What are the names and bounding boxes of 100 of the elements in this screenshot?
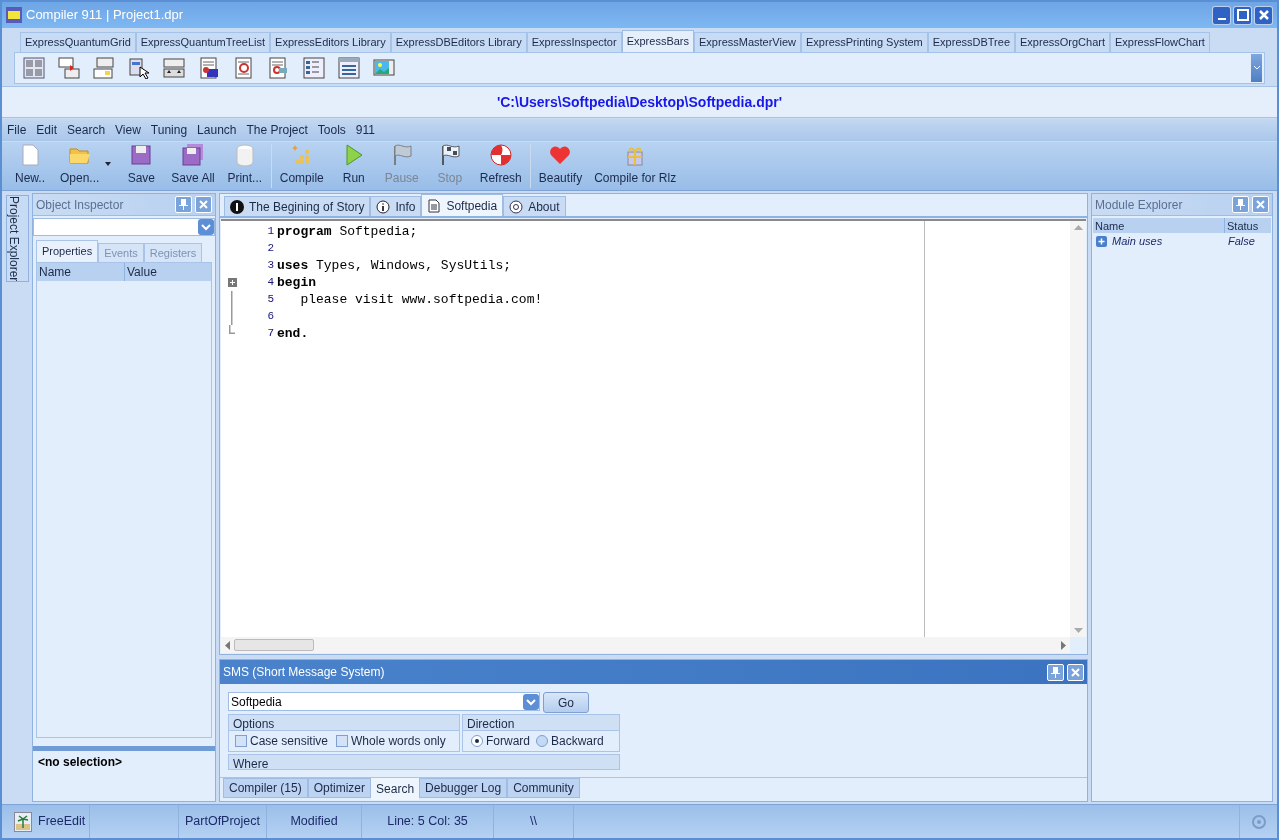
- toolbar-button[interactable]: Compile for Rlz: [590, 142, 681, 190]
- checkbox-box[interactable]: [235, 735, 247, 747]
- spin-buttons-icon[interactable]: [163, 57, 185, 79]
- maximize-icon[interactable]: [1236, 9, 1249, 21]
- close-button[interactable]: [195, 196, 212, 213]
- palette-tab[interactable]: ExpressPrinting System: [801, 32, 928, 52]
- menu-item[interactable]: View: [115, 121, 141, 139]
- checkbox[interactable]: Case sensitive: [235, 732, 329, 750]
- checkbox-box[interactable]: [336, 735, 349, 747]
- dropdown-caret-icon[interactable]: [105, 162, 112, 166]
- list-icon[interactable]: [303, 57, 325, 79]
- close-button[interactable]: [1252, 196, 1269, 213]
- menu-item[interactable]: 911: [355, 121, 375, 139]
- palette-tab[interactable]: ExpressQuantumGrid: [20, 32, 136, 52]
- close-icon[interactable]: [1257, 9, 1270, 21]
- scroll-up-icon[interactable]: [1073, 225, 1083, 230]
- toolbar-button[interactable]: Print...: [222, 142, 267, 190]
- menu-item[interactable]: Launch: [197, 121, 237, 139]
- minimize-button[interactable]: [1212, 5, 1231, 25]
- grid-icon[interactable]: [23, 57, 45, 79]
- pin-button[interactable]: [175, 196, 192, 213]
- menu-item[interactable]: The Project: [246, 121, 308, 139]
- close-icon[interactable]: [1256, 200, 1265, 209]
- toolbar-button[interactable]: Compile: [275, 142, 328, 190]
- vertical-scrollbar[interactable]: [1070, 221, 1086, 637]
- pin-icon[interactable]: [1236, 199, 1245, 210]
- panel-tab[interactable]: Compiler (15): [223, 778, 308, 798]
- document-list-icon[interactable]: [338, 57, 360, 79]
- column-header[interactable]: Name: [1093, 218, 1225, 233]
- column-header[interactable]: Name: [37, 263, 125, 281]
- toolbar-button[interactable]: Run: [331, 142, 376, 190]
- menu-item[interactable]: Tuning: [150, 121, 188, 139]
- palette-tab[interactable]: ExpressMasterView: [694, 32, 801, 52]
- dropdown-icon[interactable]: [198, 219, 214, 235]
- info-icon: [376, 199, 391, 214]
- checkbox[interactable]: Whole words only: [336, 732, 446, 750]
- toolbar-button[interactable]: Refresh: [475, 142, 526, 190]
- side-tab[interactable]: Project Explorer: [6, 195, 29, 283]
- close-icon[interactable]: [1071, 667, 1080, 677]
- go-button[interactable]: Go: [543, 692, 589, 713]
- close-button[interactable]: [1067, 663, 1084, 681]
- code-editor[interactable]: 1 program Softpedia; 2 3 uses Types, Windows, SysUtils; 4 begin 5 please visit www.softpedia.com! 6 7 end.: [221, 219, 1086, 637]
- palette-scroll-button[interactable]: [1251, 54, 1262, 82]
- tree-item[interactable]: Main uses: [1112, 233, 1163, 250]
- palette-tab[interactable]: ExpressDBEditors Library: [390, 32, 527, 52]
- menu-item[interactable]: File: [7, 121, 27, 139]
- menu-item[interactable]: Tools: [317, 121, 346, 139]
- toolbar-button[interactable]: Save All: [167, 142, 219, 190]
- search-field[interactable]: Softpedia: [228, 692, 540, 711]
- palette-tab[interactable]: ExpressDBTree: [927, 32, 1015, 52]
- save-form-icon[interactable]: [198, 57, 220, 79]
- column-header[interactable]: Value: [125, 263, 211, 281]
- pin-icon[interactable]: [1051, 666, 1060, 678]
- radio-button[interactable]: Backward: [536, 732, 604, 750]
- inspector-tab[interactable]: Properties: [36, 240, 99, 262]
- object-combo-box[interactable]: [33, 218, 215, 236]
- panel-tab[interactable]: Community: [507, 778, 580, 798]
- close-icon[interactable]: [199, 200, 208, 209]
- radio-button[interactable]: Forward: [471, 732, 530, 750]
- menu-item[interactable]: Edit: [36, 121, 58, 139]
- cursor-icon[interactable]: [128, 57, 150, 79]
- chevron-down-icon[interactable]: [1252, 65, 1261, 71]
- palette-tab[interactable]: ExpressOrgChart: [1015, 32, 1110, 52]
- close-button[interactable]: [1254, 5, 1273, 25]
- toolbar-button[interactable]: Open...: [56, 142, 104, 190]
- scroll-thumb[interactable]: [234, 639, 314, 651]
- palette-tab[interactable]: ExpressBars: [621, 30, 694, 52]
- editor-tab[interactable]: Softpedia: [421, 194, 504, 216]
- dropdown-icon[interactable]: [523, 693, 539, 710]
- menu-item[interactable]: Search: [67, 121, 106, 139]
- toolbar-button[interactable]: New..: [8, 142, 52, 190]
- pin-icon[interactable]: [179, 199, 188, 210]
- horizontal-scrollbar[interactable]: [221, 637, 1070, 653]
- pin-button[interactable]: [1047, 663, 1064, 681]
- editor-tab[interactable]: The Begining of Story: [224, 196, 371, 216]
- pin-button[interactable]: [1232, 196, 1249, 213]
- picture-icon[interactable]: [373, 57, 395, 79]
- palette-tab[interactable]: ExpressQuantumTreeList: [135, 32, 271, 52]
- form-arrow-icon[interactable]: [58, 57, 80, 79]
- panel-tab[interactable]: Debugger Log: [419, 778, 508, 798]
- toolbar-button[interactable]: Beautify: [534, 142, 587, 190]
- scroll-right-icon[interactable]: [1061, 640, 1066, 650]
- resize-grip-icon[interactable]: [1250, 813, 1267, 830]
- column-header[interactable]: Status: [1225, 218, 1271, 233]
- panel-tab[interactable]: Search: [371, 778, 420, 800]
- maximize-button[interactable]: [1233, 5, 1252, 25]
- form-search-icon[interactable]: [268, 57, 290, 79]
- scroll-down-icon[interactable]: [1073, 628, 1083, 633]
- palette-tab[interactable]: ExpressEditors Library: [270, 32, 391, 52]
- scroll-left-icon[interactable]: [225, 640, 230, 650]
- status-cell: FreeEdit: [2, 805, 90, 838]
- form-note-icon[interactable]: [93, 57, 115, 79]
- editor-tab[interactable]: About: [503, 196, 566, 216]
- expand-icon[interactable]: [1096, 236, 1107, 247]
- panel-tab[interactable]: Optimizer: [307, 778, 372, 798]
- fold-toggle-icon[interactable]: [227, 278, 237, 287]
- palette-tab[interactable]: ExpressInspector: [526, 32, 622, 52]
- toolbar-button[interactable]: Save: [119, 142, 164, 190]
- palette-tab[interactable]: ExpressFlowChart: [1110, 32, 1210, 52]
- editor-tab[interactable]: Info: [370, 196, 422, 216]
